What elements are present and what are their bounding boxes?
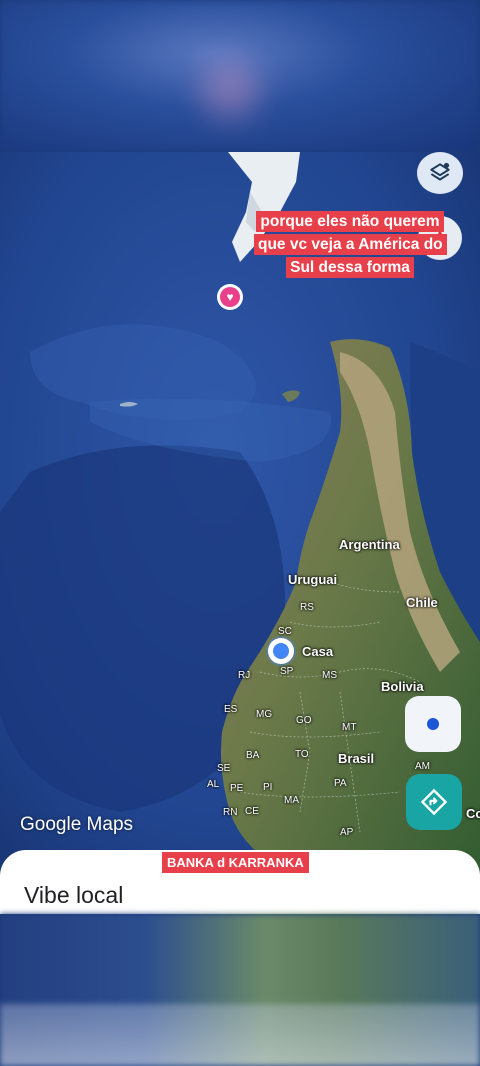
home-location-pin[interactable] [268, 638, 294, 664]
label-bolivia[interactable]: Bolivia [381, 679, 424, 694]
layers-button[interactable] [417, 152, 463, 194]
blurred-background-bottom [0, 914, 480, 1066]
google-maps-watermark: Google Maps [20, 814, 134, 835]
state-label: MG [256, 709, 273, 720]
state-label: RN [223, 807, 238, 818]
state-label: RJ [238, 670, 251, 681]
state-label: CE [245, 806, 259, 817]
directions-button[interactable] [406, 774, 462, 830]
state-label: AL [207, 779, 220, 790]
state-label: MA [284, 795, 299, 806]
state-label: GO [296, 715, 312, 726]
blurred-background-top [0, 0, 480, 152]
state-label: AM [415, 761, 430, 772]
state-label: BA [246, 750, 260, 761]
state-label: PE [230, 783, 244, 794]
my-location-icon [427, 718, 439, 730]
credit-label: BANKA d KARRANKA [162, 852, 309, 873]
state-label: TO [295, 749, 309, 760]
caption-text: porque eles não querem que vc veja a Amé… [254, 211, 447, 278]
state-label: ES [224, 704, 238, 715]
video-caption: porque eles não querem que vc veja a Amé… [254, 210, 447, 279]
label-uruguai[interactable]: Uruguai [288, 572, 337, 587]
heart-icon: ♥ [220, 287, 240, 307]
state-label: RS [300, 602, 314, 613]
my-location-button[interactable] [405, 696, 461, 752]
state-label: SC [278, 626, 292, 637]
label-co[interactable]: Co [466, 806, 480, 821]
state-label: SP [280, 666, 294, 677]
sheet-title: Vibe local [24, 882, 124, 908]
label-brasil[interactable]: Brasil [338, 751, 374, 766]
state-label: SE [217, 763, 231, 774]
favorite-place-pin[interactable]: ♥ [217, 284, 243, 310]
bottom-sheet[interactable]: BANKA d KARRANKA Vibe local [0, 850, 480, 914]
maps-screen: Argentina Uruguai Chile Casa Bolivia Bra… [0, 152, 480, 914]
directions-icon [420, 788, 448, 816]
state-label: MS [322, 670, 337, 681]
state-label: PA [334, 778, 347, 789]
label-argentina[interactable]: Argentina [339, 537, 400, 552]
home-location-icon [273, 643, 289, 659]
state-label: AP [340, 827, 354, 838]
label-chile[interactable]: Chile [406, 595, 438, 610]
label-casa[interactable]: Casa [302, 644, 333, 659]
layers-icon [430, 162, 450, 181]
state-label: MT [342, 722, 357, 733]
state-label: PI [263, 782, 273, 793]
